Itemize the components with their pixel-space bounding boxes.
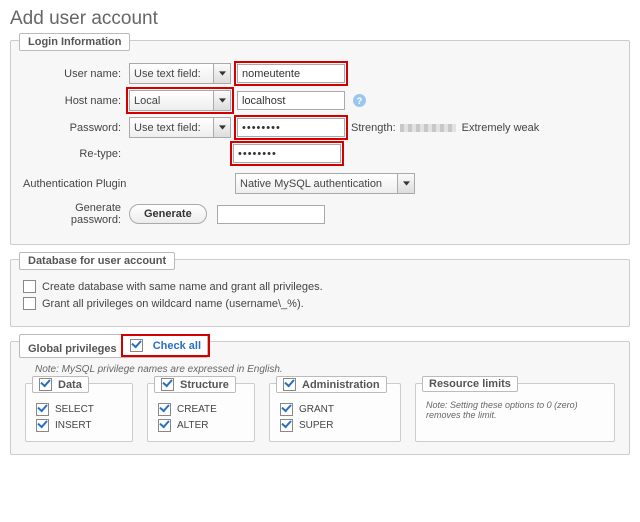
priv-alter-checkbox[interactable] [158, 419, 171, 432]
generate-label: Generate password: [23, 202, 129, 226]
password-mode-value: Use text field: [134, 122, 213, 134]
username-label: User name: [23, 68, 129, 80]
check-all-link[interactable]: Check all [153, 340, 201, 352]
priv-alter-label: ALTER [177, 420, 209, 431]
resource-limits-box: Resource limits Note: Setting these opti… [415, 383, 615, 442]
generate-output[interactable] [217, 205, 325, 224]
priv-create-checkbox[interactable] [158, 403, 171, 416]
db-opt1-label: Create database with same name and grant… [42, 281, 323, 293]
priv-grant-label: GRANT [299, 404, 334, 415]
hostname-mode-value: Local [134, 95, 213, 107]
data-legend-text: Data [58, 379, 82, 391]
global-note: Note: MySQL privilege names are expresse… [35, 364, 605, 375]
db-opt1-checkbox[interactable] [23, 280, 36, 293]
generate-button[interactable]: Generate [129, 204, 207, 224]
priv-select-label: SELECT [55, 404, 94, 415]
auth-plugin-label: Authentication Plugin [23, 178, 235, 190]
chevron-down-icon [213, 118, 230, 137]
retype-label: Re-type: [23, 148, 129, 160]
structure-group-checkbox[interactable] [161, 378, 174, 391]
priv-super-label: SUPER [299, 420, 333, 431]
hostname-label: Host name: [23, 95, 129, 107]
page-title: Add user account [10, 8, 640, 30]
priv-insert-label: INSERT [55, 420, 92, 431]
chevron-down-icon [397, 174, 414, 193]
global-priv-legend-text: Global privileges [28, 343, 117, 355]
check-all-checkbox[interactable] [130, 339, 143, 352]
database-legend: Database for user account [19, 252, 175, 270]
priv-insert-checkbox[interactable] [36, 419, 49, 432]
username-input[interactable] [237, 64, 345, 83]
help-icon[interactable]: ? [353, 94, 366, 107]
login-legend: Login Information [19, 33, 130, 51]
chevron-down-icon [213, 64, 230, 83]
strength-text: Extremely weak [462, 122, 540, 134]
password-input[interactable] [237, 118, 345, 137]
hostname-input[interactable] [237, 91, 345, 110]
login-fieldset: Login Information User name: Use text fi… [10, 40, 630, 245]
username-mode-value: Use text field: [134, 68, 213, 80]
priv-grant-checkbox[interactable] [280, 403, 293, 416]
data-group-checkbox[interactable] [39, 378, 52, 391]
structure-priv-box: Structure CREATE ALTER [147, 383, 255, 442]
priv-select-checkbox[interactable] [36, 403, 49, 416]
password-mode-select[interactable]: Use text field: [129, 117, 231, 138]
auth-plugin-select[interactable]: Native MySQL authentication [235, 173, 415, 194]
strength-label: Strength: [351, 122, 396, 134]
structure-legend-text: Structure [180, 379, 229, 391]
priv-super-checkbox[interactable] [280, 419, 293, 432]
retype-input[interactable] [233, 144, 341, 163]
admin-group-checkbox[interactable] [283, 378, 296, 391]
chevron-down-icon [213, 91, 230, 110]
admin-priv-box: Administration GRANT SUPER [269, 383, 401, 442]
hostname-mode-select[interactable]: Local [129, 90, 231, 111]
db-opt2-checkbox[interactable] [23, 297, 36, 310]
global-priv-legend: Global privileges Check all [19, 334, 208, 358]
strength-bar [400, 124, 456, 132]
database-fieldset: Database for user account Create databas… [10, 259, 630, 327]
resource-legend-text: Resource limits [429, 378, 511, 390]
resource-note: Note: Setting these options to 0 (zero) … [426, 400, 604, 420]
username-mode-select[interactable]: Use text field: [129, 63, 231, 84]
priv-create-label: CREATE [177, 404, 217, 415]
data-priv-box: Data SELECT INSERT [25, 383, 133, 442]
auth-plugin-value: Native MySQL authentication [240, 178, 397, 190]
db-opt2-label: Grant all privileges on wildcard name (u… [42, 298, 304, 310]
password-label: Password: [23, 122, 129, 134]
global-priv-fieldset: Global privileges Check all Note: MySQL … [10, 341, 630, 455]
admin-legend-text: Administration [302, 379, 380, 391]
